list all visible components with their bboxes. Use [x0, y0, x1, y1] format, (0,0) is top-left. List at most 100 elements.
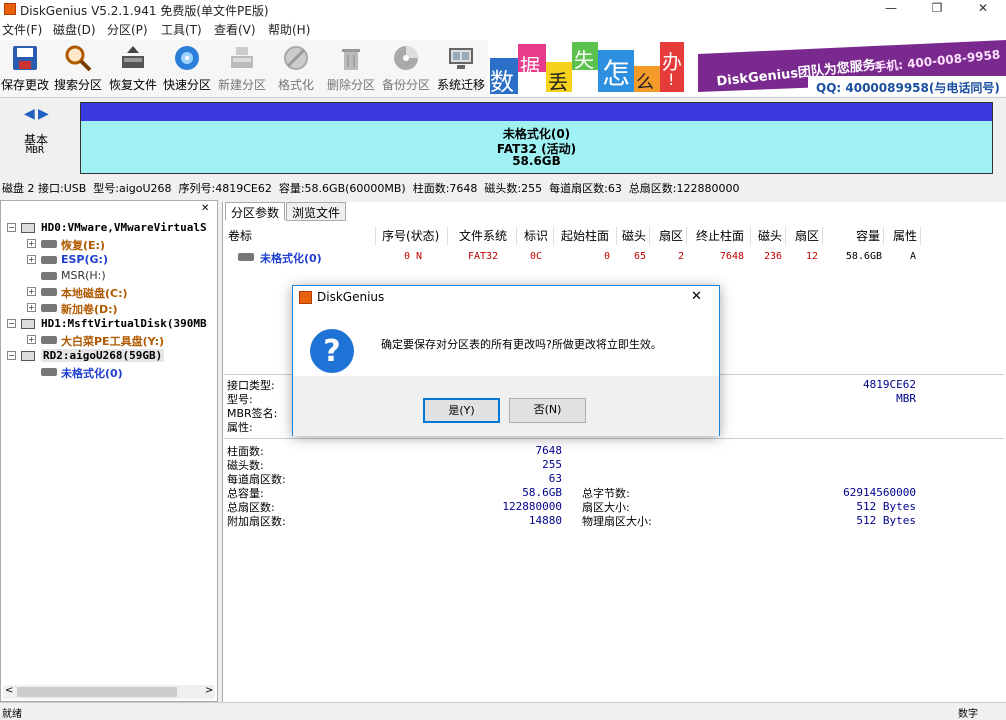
scroll-right-icon[interactable]: >: [205, 685, 213, 696]
column-header[interactable]: 终止柱面: [696, 227, 751, 245]
close-button[interactable]: ✕: [960, 0, 1006, 18]
capacity-value: 58.6GB: [522, 486, 562, 499]
column-header[interactable]: 磁头: [622, 227, 650, 245]
ad-banner[interactable]: 数 据 丢 失 怎 么 办 ! DiskGenius团队为您服务: 手机: 40…: [488, 40, 1006, 96]
menu-partition[interactable]: 分区(P): [107, 21, 148, 38]
quick-partition-icon: [175, 46, 199, 70]
row-attribute: A: [910, 251, 917, 262]
banner-char: 怎: [602, 57, 631, 90]
tab-browse-files[interactable]: 浏览文件: [286, 202, 347, 221]
sectors-per-track-value: 63: [548, 472, 562, 485]
system-migration-label: 系统迁移: [436, 78, 485, 92]
partition-icon: [41, 336, 57, 344]
banner-char: 据: [520, 54, 540, 78]
app-icon: [299, 291, 312, 304]
tree-partition[interactable]: 本地磁盘(C:): [61, 285, 128, 301]
format-icon: [284, 46, 308, 70]
column-header[interactable]: 文件系统: [459, 227, 517, 245]
menu-disk[interactable]: 磁盘(D): [53, 21, 96, 38]
dialog-message: 确定要保存对分区表的所有更改吗?所做更改将立即生效。: [381, 338, 662, 351]
prev-disk-arrow-icon[interactable]: ◀: [24, 106, 35, 122]
expand-icon[interactable]: +: [27, 239, 36, 248]
partition-icon: [41, 272, 57, 280]
system-migration-button[interactable]: 系统迁移: [433, 40, 489, 98]
tree-disk-rd2[interactable]: RD2:aigoU268(59GB): [41, 349, 165, 362]
collapse-icon[interactable]: −: [7, 223, 16, 232]
column-header[interactable]: 序号(状态): [382, 227, 448, 245]
row-id: 0C: [530, 251, 543, 262]
row-end-cyl: 7648: [719, 251, 744, 262]
scheme-value: MBR: [896, 392, 916, 405]
tree-partition[interactable]: MSR(H:): [61, 269, 106, 282]
row-end-head: 236: [763, 251, 782, 262]
partition-details-pane: [222, 202, 1006, 702]
row-start-head: 65: [633, 251, 646, 262]
harddisk-icon: [21, 223, 35, 233]
column-header[interactable]: 卷标: [228, 227, 376, 245]
expand-icon[interactable]: +: [27, 335, 36, 344]
menu-help[interactable]: 帮助(H): [268, 21, 310, 38]
row-capacity: 58.6GB: [845, 251, 882, 262]
search-partition-button[interactable]: 搜索分区: [50, 40, 106, 98]
tree-partition[interactable]: ESP(G:): [61, 253, 108, 266]
partition-bar[interactable]: 未格式化(0) FAT32 (活动) 58.6GB: [80, 102, 993, 174]
tree-disk-hd0[interactable]: HD0:VMware,VMwareVirtualS: [41, 221, 207, 234]
attribute-label: 属性:: [227, 421, 253, 434]
save-icon: [13, 46, 37, 70]
scrollbar-thumb[interactable]: [17, 687, 177, 697]
tree-partition[interactable]: 大白菜PE工具盘(Y:): [61, 333, 164, 349]
column-header[interactable]: 磁头: [758, 227, 786, 245]
collapse-icon[interactable]: −: [7, 319, 16, 328]
no-button[interactable]: 否(N): [509, 398, 586, 423]
harddisk-icon: [21, 351, 35, 361]
tree-partition[interactable]: 未格式化(0): [61, 365, 123, 381]
harddisk-icon: [21, 319, 35, 329]
tree-close-icon[interactable]: ✕: [201, 203, 209, 214]
column-header[interactable]: 容量: [856, 227, 884, 245]
column-header[interactable]: 扇区: [795, 227, 823, 245]
column-header[interactable]: 属性: [893, 227, 921, 245]
partition-icon: [41, 256, 57, 264]
column-header[interactable]: 起始柱面: [561, 227, 617, 245]
format-button[interactable]: 格式化: [268, 40, 324, 98]
scroll-left-icon[interactable]: <: [5, 685, 13, 696]
banner-char: !: [668, 70, 675, 89]
tree-disk-hd1[interactable]: HD1:MsftVirtualDisk(390MB: [41, 317, 207, 330]
disk-scheme: MBR: [26, 145, 45, 156]
recover-icon: [122, 46, 144, 68]
row-volume-label: 未格式化(0): [260, 252, 322, 265]
menu-tools[interactable]: 工具(T): [161, 21, 202, 38]
disk-tree: ✕ − HD0:VMware,VMwareVirtualS + 恢复(E:) +…: [0, 200, 218, 702]
tree-partition[interactable]: 新加卷(D:): [61, 301, 118, 317]
divider: [224, 438, 1004, 439]
tab-partition-params[interactable]: 分区参数: [225, 202, 286, 221]
expand-icon[interactable]: +: [27, 255, 36, 264]
delete-partition-button[interactable]: 删除分区: [323, 40, 379, 98]
partition-icon: [238, 253, 254, 261]
tree-horizontal-scrollbar[interactable]: < >: [3, 685, 215, 699]
dialog-footer: [293, 376, 719, 436]
disk-info-text: 磁盘 2 接口:USB 型号:aigoU268 序列号:4819CE62 容量:…: [2, 182, 740, 195]
window-title: DiskGenius V5.2.1.941 免费版(单文件PE版): [20, 4, 269, 18]
tree-partition[interactable]: 恢复(E:): [61, 237, 105, 253]
menu-view[interactable]: 查看(V): [214, 21, 256, 38]
collapse-icon[interactable]: −: [7, 351, 16, 360]
heads-value: 255: [542, 458, 562, 471]
backup-partition-button[interactable]: 备份分区: [378, 40, 434, 98]
physical-sector-value: 512 Bytes: [856, 514, 916, 527]
column-header[interactable]: 扇区: [659, 227, 687, 245]
quick-partition-button[interactable]: 快速分区: [159, 40, 215, 98]
expand-icon[interactable]: +: [27, 287, 36, 296]
partition-bar-header: [81, 103, 992, 121]
dialog-close-button[interactable]: ✕: [691, 289, 702, 304]
menu-file[interactable]: 文件(F): [2, 21, 42, 38]
minimize-button[interactable]: —: [868, 0, 914, 18]
maximize-button[interactable]: ❐: [914, 0, 960, 18]
next-disk-arrow-icon[interactable]: ▶: [38, 106, 49, 122]
expand-icon[interactable]: +: [27, 303, 36, 312]
column-header[interactable]: 标识: [524, 227, 554, 245]
migration-icon: [449, 48, 473, 69]
disk-info-bar: 磁盘 2 接口:USB 型号:aigoU268 序列号:4819CE62 容量:…: [0, 176, 1006, 198]
table-row[interactable]: 未格式化(0) 0 N FAT32 0C 0 65 2 7648 236 12 …: [224, 247, 924, 267]
yes-button[interactable]: 是(Y): [423, 398, 500, 423]
